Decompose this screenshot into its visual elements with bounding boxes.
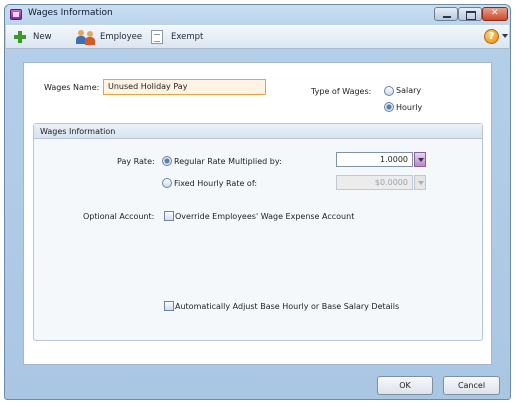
plus-icon — [13, 30, 27, 44]
new-label: New — [33, 32, 52, 42]
chevron-down-icon[interactable] — [502, 34, 508, 38]
app-icon — [10, 9, 22, 20]
exempt-button[interactable]: Exempt — [151, 29, 203, 45]
exempt-label: Exempt — [171, 32, 204, 42]
chevron-down-icon — [418, 181, 424, 185]
salary-label[interactable]: Salary — [396, 86, 421, 95]
employee-button[interactable]: Employee — [76, 29, 142, 45]
auto-adjust-label[interactable]: Automatically Adjust Base Hourly or Base… — [175, 302, 399, 311]
salary-radio[interactable] — [384, 86, 394, 96]
hourly-radio[interactable] — [384, 102, 394, 112]
regular-rate-label[interactable]: Regular Rate Multiplied by: — [174, 157, 282, 166]
employee-label: Employee — [100, 32, 143, 42]
ok-button[interactable]: OK — [377, 376, 433, 395]
cancel-button[interactable]: Cancel — [443, 376, 500, 395]
minimize-button[interactable] — [434, 7, 458, 21]
fixed-rate-label[interactable]: Fixed Hourly Rate of: — [174, 179, 257, 188]
override-account-label[interactable]: Override Employees' Wage Expense Account — [175, 212, 354, 221]
people-icon — [76, 29, 96, 45]
new-button[interactable]: New — [13, 29, 52, 45]
wages-name-input[interactable]: Unused Holiday Pay — [103, 79, 266, 95]
window-title: Wages Information — [28, 8, 113, 18]
chevron-down-icon — [418, 158, 424, 162]
multiplier-dropdown-button[interactable] — [414, 152, 426, 167]
fixed-rate-input: $0.0000 — [336, 175, 413, 190]
optional-account-label: Optional Account: — [83, 212, 155, 221]
override-account-checkbox[interactable] — [164, 211, 174, 221]
pay-rate-label: Pay Rate: — [117, 157, 155, 166]
help-icon[interactable]: ? — [484, 29, 499, 44]
maximize-button[interactable] — [458, 7, 482, 21]
document-icon — [151, 30, 163, 44]
fixed-rate-radio[interactable] — [162, 178, 172, 188]
multiplier-input[interactable]: 1.0000 — [336, 152, 413, 167]
group-title: Wages Information — [40, 127, 116, 136]
hourly-label[interactable]: Hourly — [396, 103, 422, 112]
wages-name-label: Wages Name: — [44, 83, 100, 92]
auto-adjust-checkbox[interactable] — [164, 301, 174, 311]
fixed-rate-dropdown-button — [414, 175, 426, 190]
type-of-wages-label: Type of Wages: — [311, 87, 372, 96]
regular-rate-radio[interactable] — [162, 156, 172, 166]
close-button[interactable] — [482, 7, 508, 21]
